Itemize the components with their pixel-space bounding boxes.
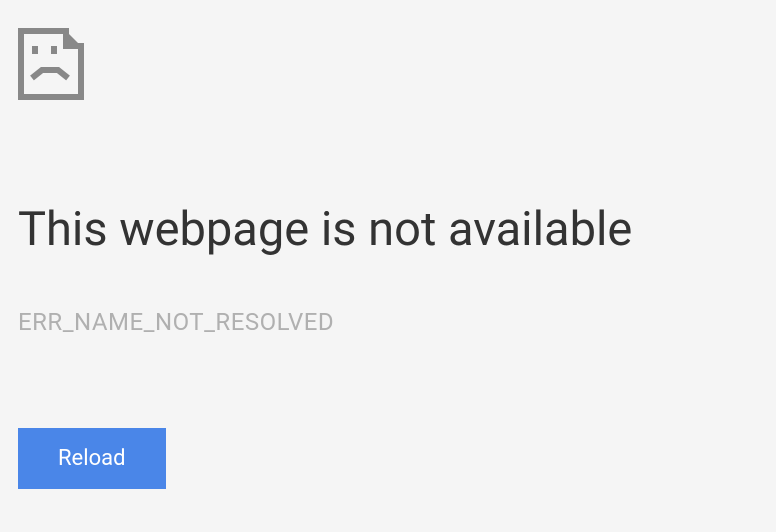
error-icon-wrapper [18, 28, 758, 104]
error-code: ERR_NAME_NOT_RESOLVED [18, 308, 758, 336]
sad-document-icon [18, 28, 84, 104]
error-title: This webpage is not available [18, 204, 758, 256]
reload-button[interactable]: Reload [18, 428, 166, 489]
